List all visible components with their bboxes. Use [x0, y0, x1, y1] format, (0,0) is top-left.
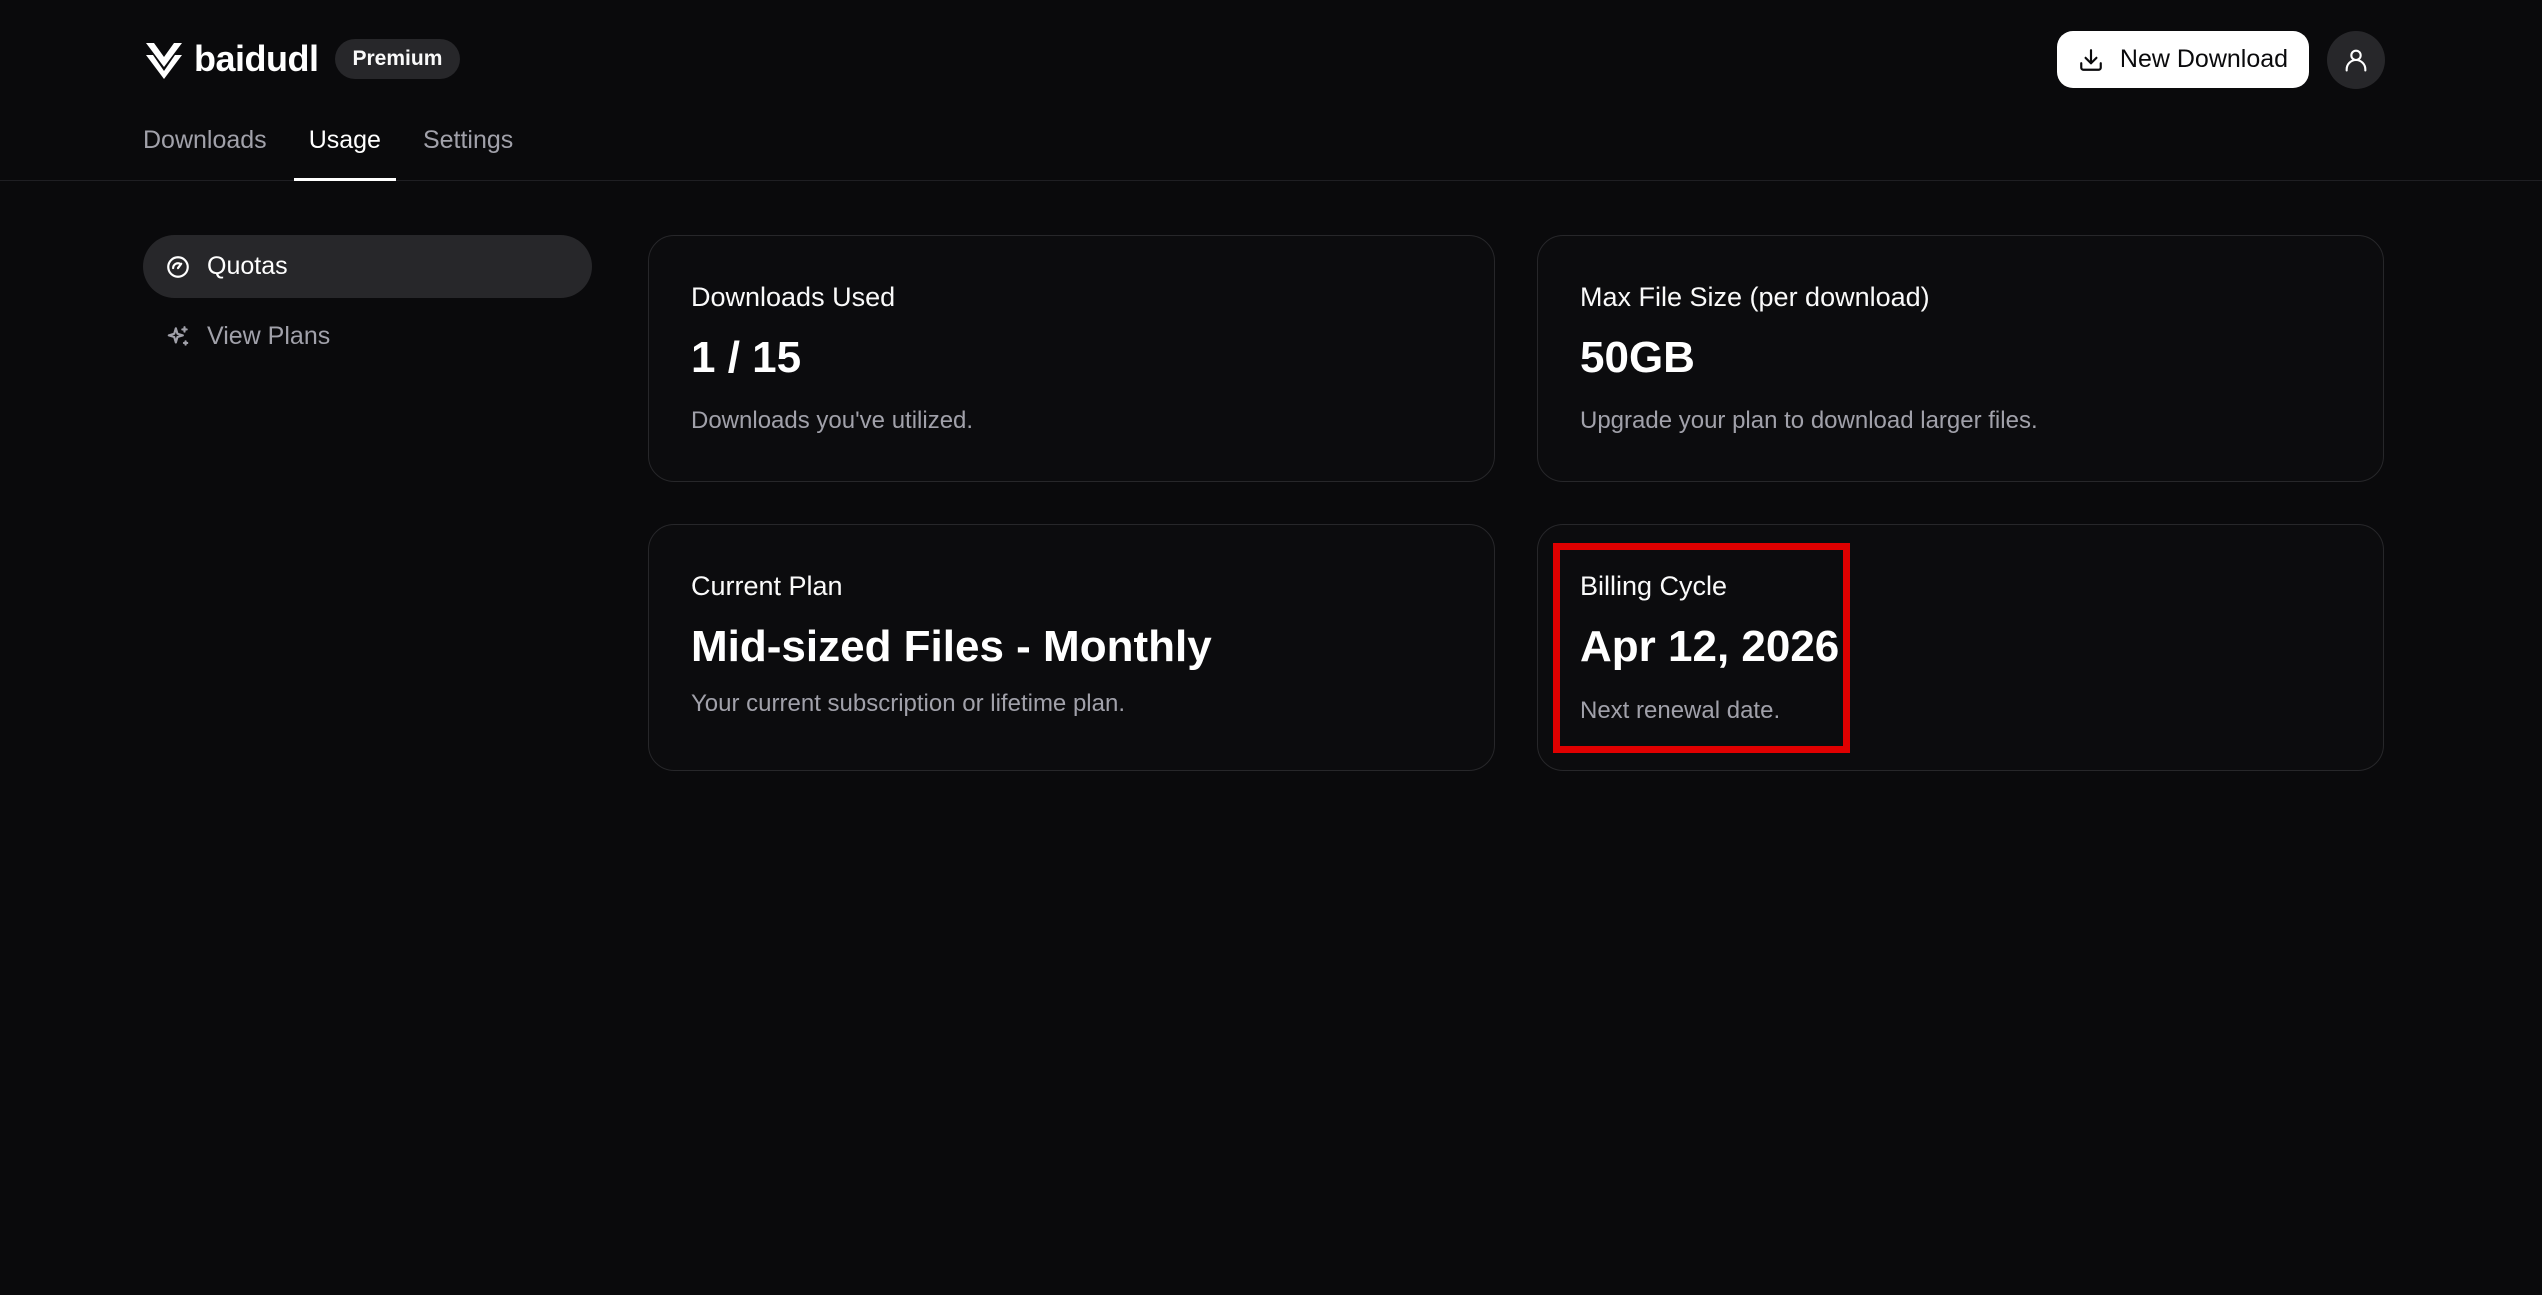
app-name: baidudl: [194, 38, 319, 79]
tab-downloads[interactable]: Downloads: [143, 126, 267, 181]
card-value: Mid-sized Files - Monthly: [691, 622, 1212, 671]
plan-badge: Premium: [334, 39, 461, 79]
card-value: 1 / 15: [691, 333, 802, 382]
card-title: Current Plan: [691, 571, 843, 601]
sidebar-item-view-plans[interactable]: View Plans: [143, 305, 592, 368]
logo[interactable]: baidudl Premium: [142, 37, 461, 81]
current-plan-card: Current Plan Mid-sized Files - Monthly Y…: [648, 524, 1495, 771]
sidebar-item-label: Quotas: [207, 252, 288, 280]
card-description: Upgrade your plan to download larger fil…: [1580, 407, 2038, 434]
user-icon: [2345, 49, 2367, 72]
card-description: Downloads you've utilized.: [691, 407, 974, 434]
downloads-used-card: Downloads Used 1 / 15 Downloads you've u…: [648, 235, 1495, 482]
user-avatar-button[interactable]: [2327, 31, 2385, 89]
app-header: baidudl Premium New Download Downloads U…: [0, 0, 2542, 181]
new-download-label: New Download: [2119, 45, 2289, 73]
logo-icon: [146, 43, 182, 79]
main-tabs: Downloads Usage Settings: [143, 126, 555, 181]
max-file-size-card: Max File Size (per download) 50GB Upgrad…: [1537, 235, 2384, 482]
usage-sidebar: Quotas View Plans: [143, 235, 592, 375]
new-download-button[interactable]: New Download: [2057, 31, 2309, 88]
card-title: Downloads Used: [691, 282, 896, 312]
card-title: Max File Size (per download): [1580, 282, 1930, 312]
tab-settings[interactable]: Settings: [423, 126, 513, 181]
card-value: 50GB: [1580, 333, 1695, 382]
highlight-box: [1553, 543, 1850, 753]
tab-usage[interactable]: Usage: [293, 126, 397, 181]
download-icon: [2080, 48, 2102, 71]
card-description: Your current subscription or lifetime pl…: [691, 690, 1125, 717]
sparkles-icon: [167, 325, 189, 346]
sidebar-item-quotas[interactable]: Quotas: [143, 235, 592, 298]
sidebar-item-label: View Plans: [207, 322, 331, 350]
gauge-icon: [167, 255, 189, 278]
